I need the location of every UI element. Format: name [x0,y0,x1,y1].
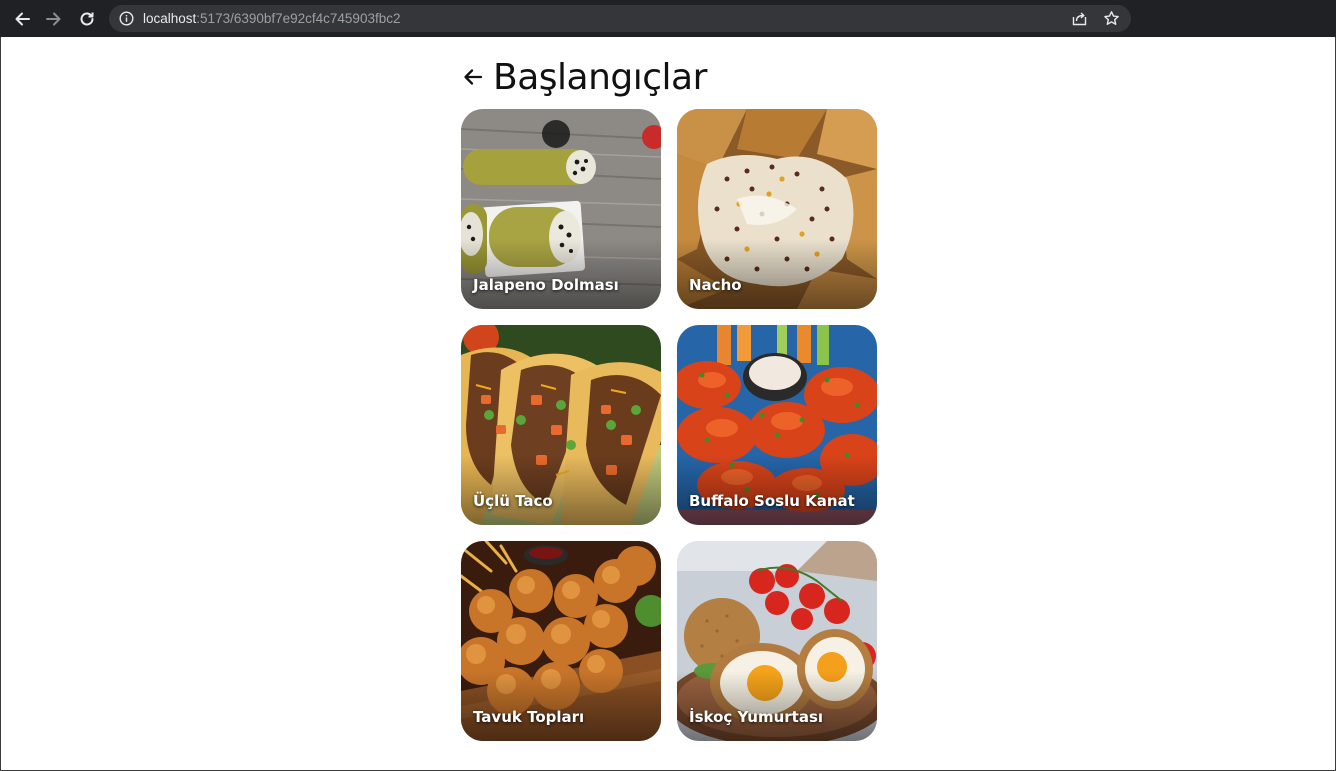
menu-card-buffalo-wings[interactable]: Buffalo Soslu Kanat [677,325,877,525]
reload-icon [80,12,94,26]
share-icon[interactable] [1071,10,1088,27]
back-button[interactable] [9,6,35,32]
card-label: Üçlü Taco [473,492,553,510]
url-text[interactable]: localhost:5173/6390bf7e92cf4c745903fbc2 [143,10,400,27]
appetizer-grid: Jalapeno Dolması Nacho Üçlü Taco Buffalo… [461,109,877,741]
menu-card-chicken-balls[interactable]: Tavuk Topları [461,541,661,741]
reload-button[interactable] [74,6,100,32]
card-shade [677,455,877,525]
forward-button[interactable] [41,6,67,32]
back-arrow-icon [15,12,30,26]
card-label: Jalapeno Dolması [473,276,619,294]
page-header: Başlangıçlar [461,55,707,99]
menu-card-jalapeno[interactable]: Jalapeno Dolması [461,109,661,309]
card-label: Nacho [689,276,742,294]
menu-card-scotch-egg[interactable]: İskoç Yumurtası [677,541,877,741]
card-shade [461,671,661,741]
info-icon[interactable] [119,11,134,26]
back-link[interactable] [461,65,485,89]
card-label: İskoç Yumurtası [689,708,824,726]
url-path: :5173/6390bf7e92cf4c745903fbc2 [196,11,401,26]
page-viewport: Başlangıçlar Jalapeno Dolması Nacho Üçlü… [0,37,1336,771]
menu-card-taco[interactable]: Üçlü Taco [461,325,661,525]
card-shade [677,239,877,309]
card-label: Buffalo Soslu Kanat [689,492,855,510]
card-shade [461,455,661,525]
card-shade [677,671,877,741]
forward-arrow-icon [46,12,61,26]
card-label: Tavuk Topları [473,708,585,726]
address-bar[interactable]: localhost:5173/6390bf7e92cf4c745903fbc2 [109,5,1131,32]
url-host: localhost [143,11,197,26]
star-icon[interactable] [1103,10,1120,27]
page-title: Başlangıçlar [493,56,707,98]
browser-toolbar: localhost:5173/6390bf7e92cf4c745903fbc2 [0,0,1336,37]
menu-card-nacho[interactable]: Nacho [677,109,877,309]
card-shade [461,239,661,309]
arrow-left-icon [464,69,483,85]
